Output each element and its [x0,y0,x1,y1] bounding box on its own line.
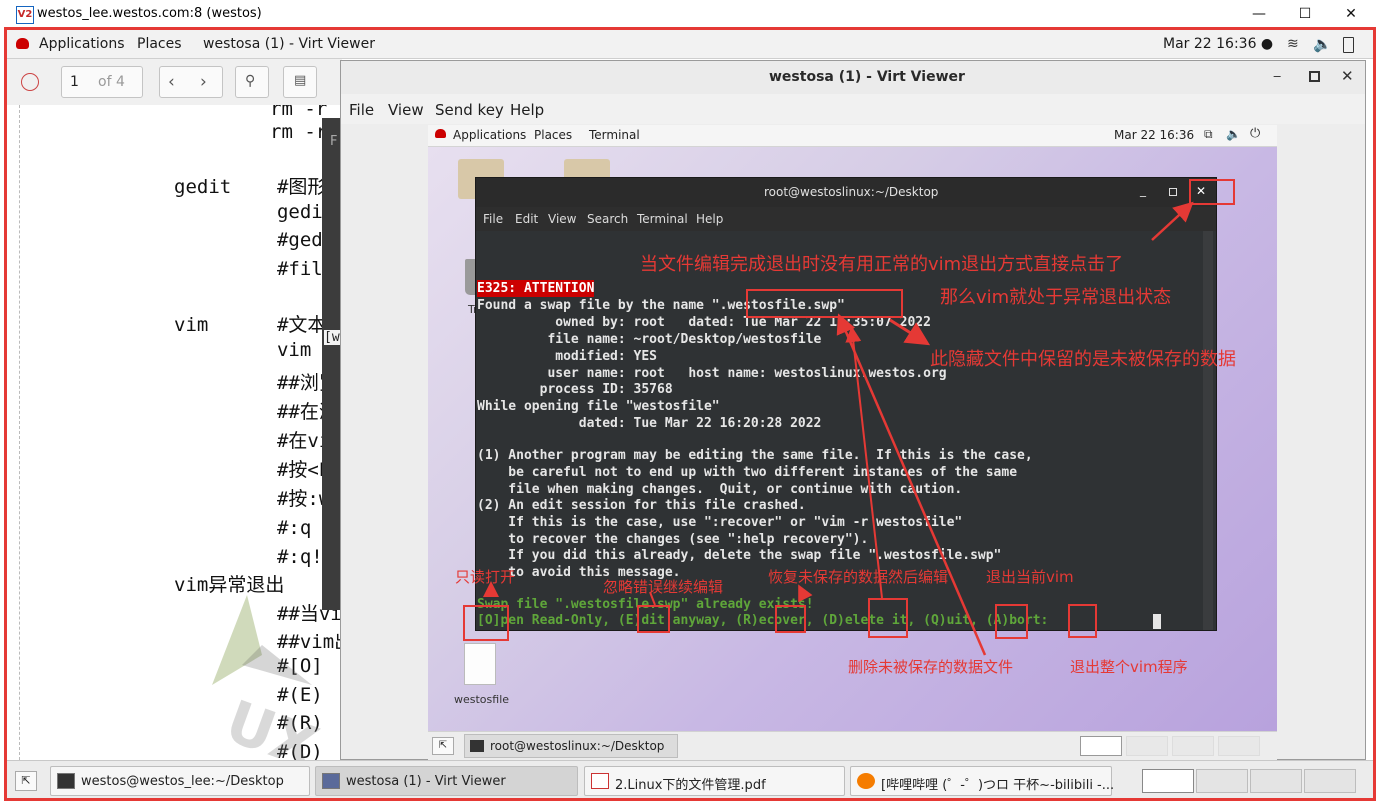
virt-viewer-icon [322,773,340,789]
annotation-close-note-1: 当文件编辑完成退出时没有用正常的vim退出方式直接点击了 [640,254,1124,275]
firefox-icon [857,773,875,789]
annotation-close-note-2: 那么vim就处于异常退出状态 [940,287,1172,308]
annotation-edit-anyway: 忽略错误继续编辑 [603,578,724,596]
task-terminal[interactable]: westos@westos_lee:~/Desktop [50,766,310,796]
workspace-4[interactable] [1304,769,1356,793]
annotation-delete: 删除未被保存的数据文件 [848,658,1014,676]
host-taskbar: ⇱ westos@westos_lee:~/Desktop westosa (1… [7,760,1375,801]
task-virt-viewer[interactable]: westosa (1) - Virt Viewer [315,766,578,796]
task-label: [哔哩哔哩 (゜-゜)つロ 干杯~-bilibili -... [881,778,1115,793]
task-label: westosa (1) - Virt Viewer [346,774,506,789]
task-label: 2.Linux下的文件管理.pdf [615,778,766,793]
annotation-recover: 恢复未保存的数据然后编辑 [768,568,949,586]
task-pdf[interactable]: 2.Linux下的文件管理.pdf [584,766,845,796]
show-desktop-icon[interactable]: ⇱ [15,771,37,791]
annotation-open-readonly: 只读打开 [455,568,516,586]
workspace-1[interactable] [1142,769,1194,793]
annotation-swp-note: 此隐藏文件中保留的是未被保存的数据 [930,349,1236,370]
annotation-quit: 退出当前vim [986,568,1074,586]
annotation-abort: 退出整个vim程序 [1070,658,1188,676]
task-label: westos@westos_lee:~/Desktop [81,774,284,789]
workspace-2[interactable] [1196,769,1248,793]
terminal-icon [57,773,75,789]
annotation-arrows [483,201,1194,656]
task-browser[interactable]: [哔哩哔哩 (゜-゜)つロ 干杯~-bilibili -... [850,766,1115,796]
pdf-icon [591,773,609,789]
workspace-3[interactable] [1250,769,1302,793]
